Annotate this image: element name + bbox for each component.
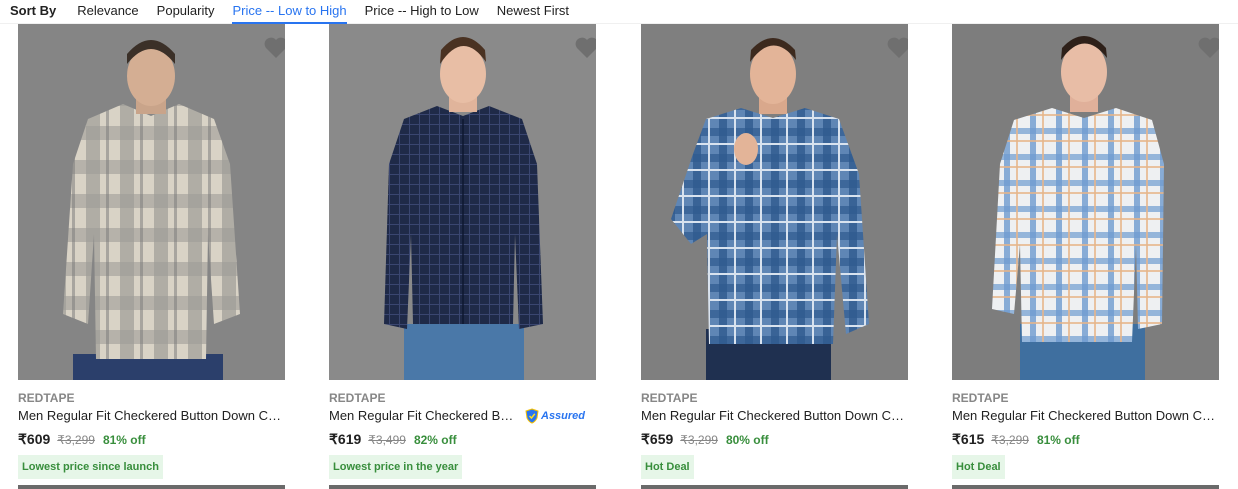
sort-newest-first[interactable]: Newest First <box>497 3 569 24</box>
discount-percent: 82% off <box>413 433 457 447</box>
divider <box>329 485 596 489</box>
original-price: ₹3,499 <box>368 433 406 447</box>
price-row: ₹619 ₹3,499 82% off <box>329 431 457 448</box>
assured-badge: Assured <box>525 408 585 424</box>
divider <box>952 485 1219 489</box>
original-price: ₹3,299 <box>680 433 718 447</box>
sort-relevance[interactable]: Relevance <box>77 3 138 24</box>
discount-percent: 81% off <box>102 433 146 447</box>
product-brand: REDTAPE <box>329 391 386 405</box>
product-card[interactable]: REDTAPE Men Regular Fit Checkered Button… <box>18 24 286 489</box>
discount-percent: 81% off <box>1036 433 1080 447</box>
product-card[interactable]: REDTAPE Men Regular Fit Checkered Butt..… <box>329 24 597 489</box>
product-title[interactable]: Men Regular Fit Checkered Button Down Co… <box>952 408 1220 423</box>
original-price: ₹3,299 <box>57 433 95 447</box>
price-row: ₹615 ₹3,299 81% off <box>952 431 1080 448</box>
heart-icon[interactable] <box>1197 36 1219 60</box>
product-card[interactable]: REDTAPE Men Regular Fit Checkered Button… <box>641 24 909 489</box>
selling-price: ₹659 <box>641 431 674 447</box>
deal-badge: Hot Deal <box>641 455 694 479</box>
product-title[interactable]: Men Regular Fit Checkered Butt... <box>329 408 519 423</box>
sort-by-label: Sort By <box>10 3 57 18</box>
product-photo <box>992 36 1164 380</box>
divider <box>18 485 285 489</box>
product-brand: REDTAPE <box>18 391 75 405</box>
sort-price-low-to-high[interactable]: Price -- Low to High <box>232 3 347 24</box>
discount-percent: 80% off <box>725 433 769 447</box>
heart-icon[interactable] <box>574 36 596 60</box>
divider <box>641 485 908 489</box>
price-row: ₹659 ₹3,299 80% off <box>641 431 769 448</box>
sort-bar: Sort By Relevance Popularity Price -- Lo… <box>0 0 1238 24</box>
deal-badge: Lowest price since launch <box>18 455 163 479</box>
sort-popularity[interactable]: Popularity <box>157 3 215 24</box>
deal-badge: Hot Deal <box>952 455 1005 479</box>
selling-price: ₹609 <box>18 431 51 447</box>
product-image[interactable] <box>329 24 596 380</box>
product-photo <box>671 38 869 380</box>
product-image[interactable] <box>952 24 1219 380</box>
assured-shield-icon <box>525 408 539 424</box>
product-photo <box>384 37 543 380</box>
product-brand: REDTAPE <box>952 391 1009 405</box>
heart-icon[interactable] <box>886 36 908 60</box>
selling-price: ₹615 <box>952 431 985 447</box>
product-card[interactable]: REDTAPE Men Regular Fit Checkered Button… <box>952 24 1220 489</box>
deal-badge: Lowest price in the year <box>329 455 463 479</box>
product-image[interactable] <box>18 24 285 380</box>
sort-price-high-to-low[interactable]: Price -- High to Low <box>365 3 479 24</box>
heart-icon[interactable] <box>263 36 285 60</box>
assured-label: Assured <box>541 410 586 422</box>
original-price: ₹3,299 <box>991 433 1029 447</box>
price-row: ₹609 ₹3,299 81% off <box>18 431 146 448</box>
product-title[interactable]: Men Regular Fit Checkered Button Down Co… <box>18 408 286 423</box>
product-photo <box>63 40 240 380</box>
product-brand: REDTAPE <box>641 391 698 405</box>
selling-price: ₹619 <box>329 431 362 447</box>
product-image[interactable] <box>641 24 908 380</box>
product-title[interactable]: Men Regular Fit Checkered Button Down Co… <box>641 408 909 423</box>
